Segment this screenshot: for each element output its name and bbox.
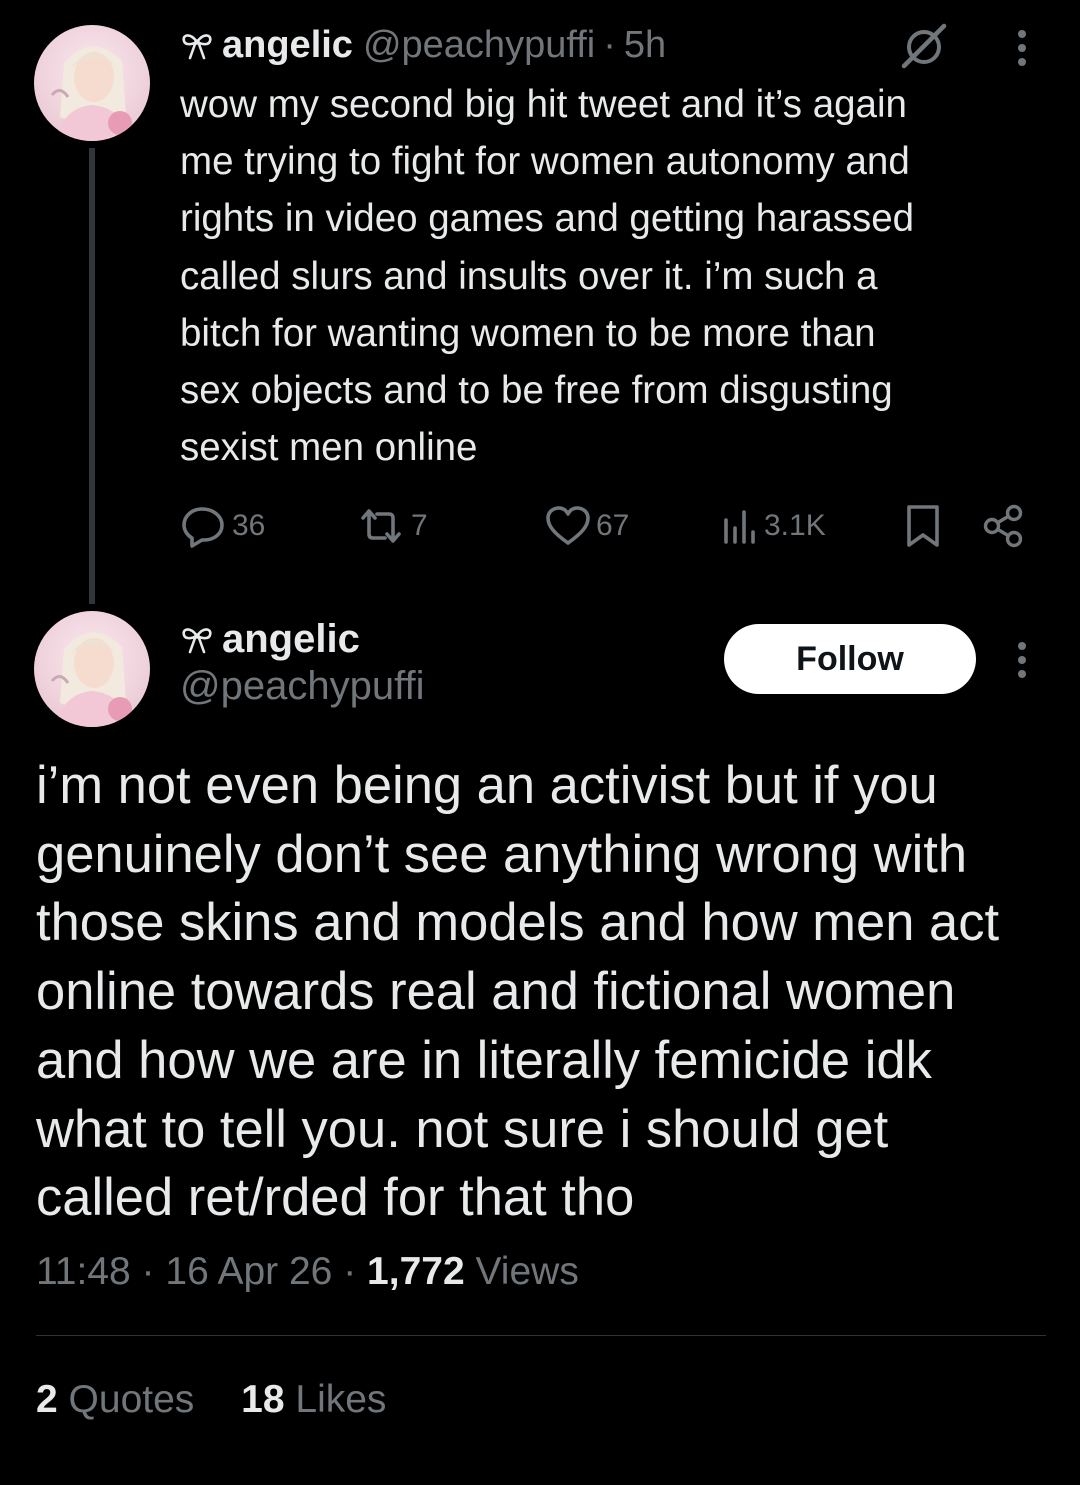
reply-button[interactable]: 36 bbox=[180, 502, 265, 550]
bow-emoji-icon bbox=[182, 628, 212, 654]
engagement-stats: 2 Quotes 18 Likes bbox=[36, 1378, 422, 1422]
display-name[interactable]: angelic bbox=[222, 24, 353, 67]
likes-stat[interactable]: 18 Likes bbox=[241, 1378, 386, 1421]
focused-tweet-text: i’m not even being an activist but if yo… bbox=[36, 756, 1000, 1228]
share-button[interactable] bbox=[982, 502, 1030, 550]
like-button[interactable]: 67 bbox=[544, 502, 629, 550]
grok-icon[interactable] bbox=[898, 22, 950, 70]
likes-count: 18 bbox=[241, 1378, 285, 1421]
avatar[interactable] bbox=[34, 25, 150, 141]
repost-icon bbox=[361, 509, 401, 543]
display-name[interactable]: angelic bbox=[222, 617, 360, 662]
views-total: 1,772 bbox=[367, 1250, 465, 1293]
tweet-time[interactable]: 11:48 bbox=[36, 1250, 131, 1293]
repost-button[interactable]: 7 bbox=[355, 502, 428, 550]
tweet-date[interactable]: 16 Apr 26 bbox=[165, 1250, 332, 1293]
avatar[interactable] bbox=[34, 611, 150, 727]
more-vertical-icon[interactable] bbox=[1015, 28, 1029, 68]
dot-separator: · bbox=[141, 1250, 155, 1293]
focused-tweet-author: angelic bbox=[180, 614, 360, 664]
reply-count: 36 bbox=[232, 509, 266, 542]
bookmark-icon bbox=[907, 505, 939, 547]
parent-tweet-text: wow my second big hit tweet and it’s aga… bbox=[180, 83, 915, 470]
dot-separator: · bbox=[603, 23, 616, 66]
quotes-label: Quotes bbox=[68, 1378, 195, 1421]
views-label: Views bbox=[475, 1250, 579, 1293]
share-icon bbox=[983, 504, 1023, 548]
parent-tweet-header: angelic @peachypuffi · 5h bbox=[180, 22, 666, 68]
bow-emoji-icon bbox=[182, 34, 212, 60]
bookmark-button[interactable] bbox=[903, 502, 947, 550]
dot-separator: · bbox=[343, 1250, 357, 1293]
likes-label: Likes bbox=[295, 1378, 387, 1421]
thread-connector-line bbox=[89, 148, 95, 604]
like-count: 67 bbox=[596, 509, 630, 542]
user-handle[interactable]: @peachypuffi bbox=[180, 664, 424, 709]
divider bbox=[36, 1335, 1046, 1336]
quotes-count: 2 bbox=[36, 1378, 58, 1421]
tweet-timestamp[interactable]: 5h bbox=[624, 24, 666, 67]
tweet-meta: 11:48 · 16 Apr 26 · 1,772 Views bbox=[36, 1250, 579, 1294]
views-chart-icon bbox=[724, 510, 755, 544]
more-vertical-icon[interactable] bbox=[1015, 640, 1029, 680]
follow-button[interactable]: Follow bbox=[724, 624, 976, 694]
views-button[interactable]: 3.1K bbox=[720, 502, 826, 550]
user-handle[interactable]: @peachypuffi bbox=[363, 24, 595, 67]
quotes-stat[interactable]: 2 Quotes bbox=[36, 1378, 194, 1421]
reply-icon bbox=[182, 507, 224, 548]
heart-icon bbox=[546, 506, 590, 545]
views-count: 3.1K bbox=[764, 509, 826, 542]
repost-count: 7 bbox=[411, 509, 428, 542]
